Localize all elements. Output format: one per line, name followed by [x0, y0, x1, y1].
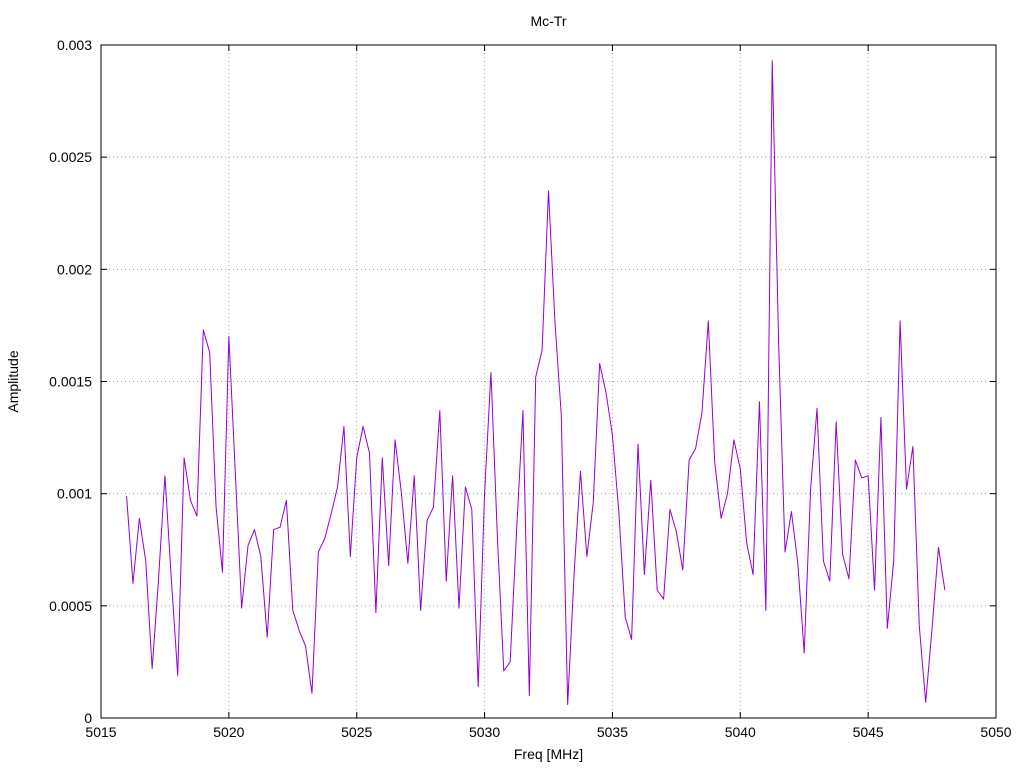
- y-axis-title: Amplitude: [5, 350, 21, 412]
- y-tick-label: 0.001: [57, 486, 92, 502]
- y-tick-label: 0.002: [57, 261, 92, 277]
- line-chart: 5015 5020 5025 5030 5035 5040 5045 5050 0 0.0005…: [5, 13, 1012, 762]
- x-tick-label: 5020: [213, 724, 244, 740]
- x-axis-title: Freq [MHz]: [514, 746, 583, 762]
- y-tick-label: 0: [84, 710, 92, 726]
- x-tick-label: 5035: [597, 724, 628, 740]
- chart-title: Mc-Tr: [530, 13, 566, 29]
- y-tick-label: 0.0015: [49, 374, 92, 390]
- grid-lines: [101, 45, 996, 718]
- y-tick-labels: 0 0.0005 0.001 0.0015 0.002 0.0025 0.003: [49, 37, 92, 726]
- x-tick-labels: 5015 5020 5025 5030 5035 5040 5045 5050: [85, 724, 1011, 740]
- x-tick-label: 5050: [980, 724, 1011, 740]
- x-tick-label: 5015: [85, 724, 116, 740]
- x-tick-label: 5040: [725, 724, 756, 740]
- x-tick-label: 5025: [341, 724, 372, 740]
- x-tick-label: 5045: [853, 724, 884, 740]
- x-tick-label: 5030: [469, 724, 500, 740]
- y-tick-label: 0.003: [57, 37, 92, 53]
- y-tick-label: 0.0025: [49, 149, 92, 165]
- y-tick-label: 0.0005: [49, 598, 92, 614]
